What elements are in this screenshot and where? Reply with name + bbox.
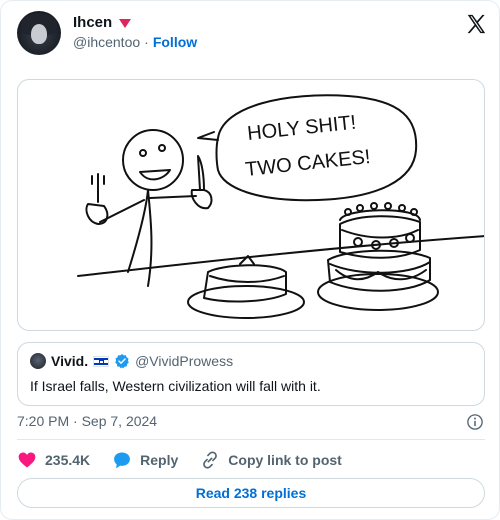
follow-button[interactable]: Follow — [153, 34, 197, 50]
quoted-post[interactable]: Vivid. @VividProwess If Israel falls, We… — [17, 342, 485, 406]
israel-flag-icon — [93, 355, 110, 367]
embedded-post-card: Ihcen @ihcentoo · Follow HOLY SHIT! TWO … — [0, 0, 500, 520]
author-handle[interactable]: @ihcentoo — [73, 34, 140, 50]
post-timestamp[interactable]: 7:20 PM · Sep 7, 2024 — [17, 413, 157, 429]
x-logo-icon[interactable] — [465, 13, 487, 35]
quoted-author-name: Vivid. — [51, 353, 89, 369]
reply-button[interactable]: Reply — [112, 450, 178, 470]
verified-badge-icon — [115, 354, 129, 369]
author-name-row: Ihcen — [73, 14, 132, 31]
read-replies-button[interactable]: Read 238 replies — [17, 478, 485, 508]
post-actions: 235.4K Reply Copy link to post — [17, 450, 364, 470]
author-avatar[interactable] — [17, 11, 61, 55]
post-image[interactable]: HOLY SHIT! TWO CAKES! — [17, 79, 485, 331]
speech-line-1: HOLY SHIT! — [246, 112, 357, 145]
speech-line-2: TWO CAKES! — [244, 146, 371, 181]
heart-icon — [18, 452, 36, 468]
cake-comic-drawing: HOLY SHIT! TWO CAKES! — [77, 94, 484, 319]
reply-bubble-icon — [114, 452, 131, 469]
info-icon[interactable] — [466, 413, 484, 431]
avatar-face — [31, 24, 47, 44]
link-icon — [203, 451, 218, 469]
actions-divider — [17, 439, 485, 440]
like-count: 235.4K — [45, 452, 91, 468]
quoted-author-row: Vivid. @VividProwess — [30, 353, 233, 369]
handle-separator: · — [144, 34, 149, 50]
like-button[interactable]: 235.4K — [17, 450, 90, 470]
read-replies-label: Read 238 replies — [195, 485, 307, 501]
quoted-post-text: If Israel falls, Western civilization wi… — [30, 378, 321, 394]
author-name[interactable]: Ihcen — [73, 14, 112, 31]
quoted-author-handle: @VividProwess — [135, 353, 234, 369]
heart-icon — [119, 18, 132, 28]
copy-link-label: Copy link to post — [228, 452, 342, 468]
copy-link-button[interactable]: Copy link to post — [200, 450, 342, 470]
quoted-avatar — [30, 353, 46, 369]
author-handle-row: @ihcentoo · Follow — [73, 34, 197, 50]
reply-label: Reply — [140, 452, 179, 468]
